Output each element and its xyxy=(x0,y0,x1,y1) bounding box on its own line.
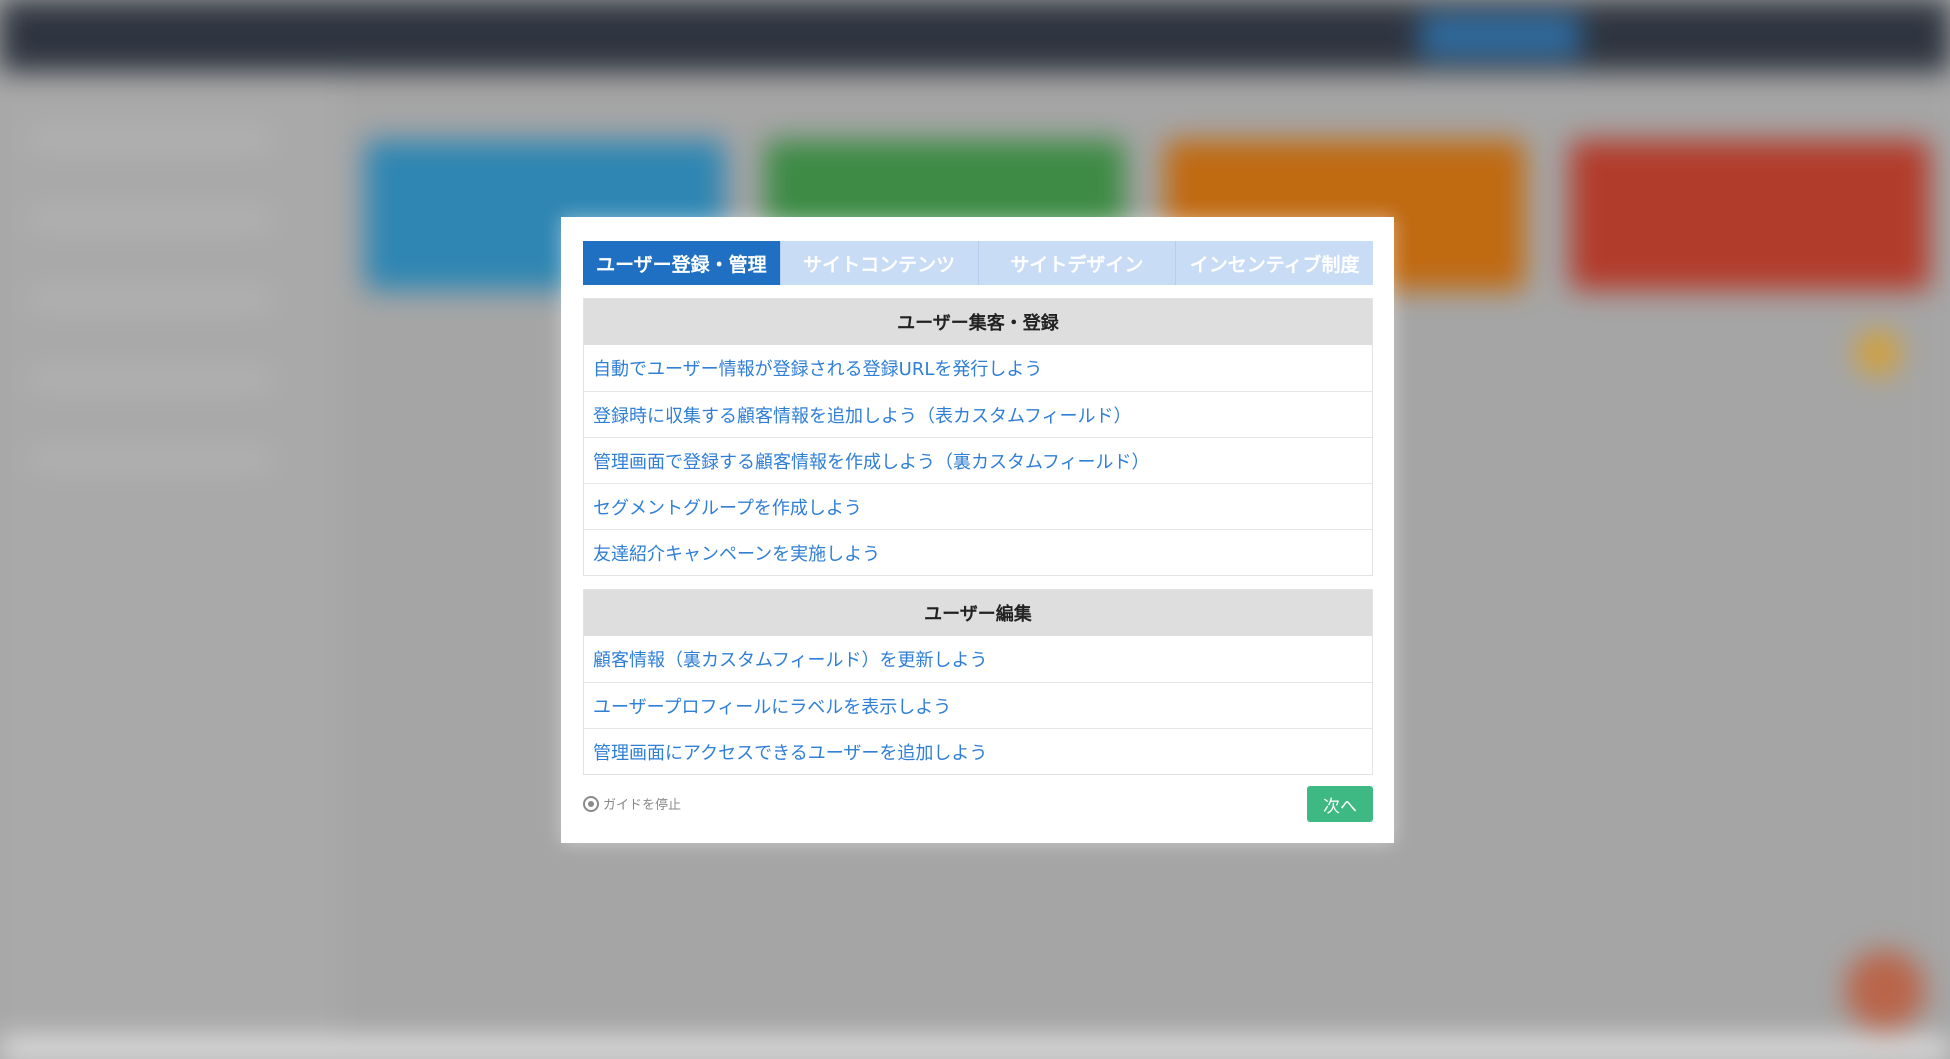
background-top-bar xyxy=(0,0,1950,72)
tab-incentive[interactable]: インセンティブ制度 xyxy=(1176,241,1373,285)
guide-link-item[interactable]: 顧客情報（裏カスタムフィールド）を更新しよう xyxy=(584,636,1372,682)
background-top-bar-button xyxy=(1420,14,1580,58)
background-sidebar-line xyxy=(30,212,270,226)
background-sidebar-line xyxy=(30,452,270,466)
guide-link-item[interactable]: 管理画面にアクセスできるユーザーを追加しよう xyxy=(584,728,1372,774)
guide-link-item[interactable]: 自動でユーザー情報が登録される登録URLを発行しよう xyxy=(584,345,1372,391)
guide-modal: ユーザー登録・管理 サイトコンテンツ サイトデザイン インセンティブ制度 ユーザ… xyxy=(561,217,1394,843)
background-sidebar-line xyxy=(30,372,270,386)
guide-link-item[interactable]: ユーザープロフィールにラベルを表示しよう xyxy=(584,682,1372,728)
stop-guide-link[interactable]: ガイドを停止 xyxy=(583,794,681,813)
section-user-acquisition: ユーザー集客・登録 自動でユーザー情報が登録される登録URLを発行しよう 登録時… xyxy=(583,298,1373,576)
guide-link-item[interactable]: 管理画面で登録する顧客情報を作成しよう（裏カスタムフィールド） xyxy=(584,437,1372,483)
section-title: ユーザー集客・登録 xyxy=(584,299,1372,345)
background-sidebar xyxy=(0,72,340,1059)
background-footer xyxy=(0,1040,1950,1059)
guide-link-item[interactable]: 登録時に収集する顧客情報を追加しよう（表カスタムフィールド） xyxy=(584,391,1372,437)
guide-link-item[interactable]: 友達紹介キャンペーンを実施しよう xyxy=(584,529,1372,575)
background-card-red xyxy=(1570,140,1930,290)
background-sidebar-line xyxy=(30,132,270,146)
guide-tabs: ユーザー登録・管理 サイトコンテンツ サイトデザイン インセンティブ制度 xyxy=(583,241,1373,285)
next-button[interactable]: 次へ xyxy=(1307,786,1373,822)
guide-link-item[interactable]: セグメントグループを作成しよう xyxy=(584,483,1372,529)
modal-footer: ガイドを停止 次へ xyxy=(583,786,1373,822)
section-user-edit: ユーザー編集 顧客情報（裏カスタムフィールド）を更新しよう ユーザープロフィール… xyxy=(583,589,1373,775)
stop-radio-icon xyxy=(583,795,599,812)
stop-guide-label: ガイドを停止 xyxy=(603,798,682,813)
tab-site-design[interactable]: サイトデザイン xyxy=(978,241,1177,285)
background-sidebar-line xyxy=(30,292,270,306)
background-floating-button xyxy=(1845,950,1925,1030)
section-title: ユーザー編集 xyxy=(584,590,1372,636)
tab-user-registration[interactable]: ユーザー登録・管理 xyxy=(583,241,781,285)
background-notification-dot xyxy=(1855,330,1901,376)
tab-site-content[interactable]: サイトコンテンツ xyxy=(780,241,979,285)
